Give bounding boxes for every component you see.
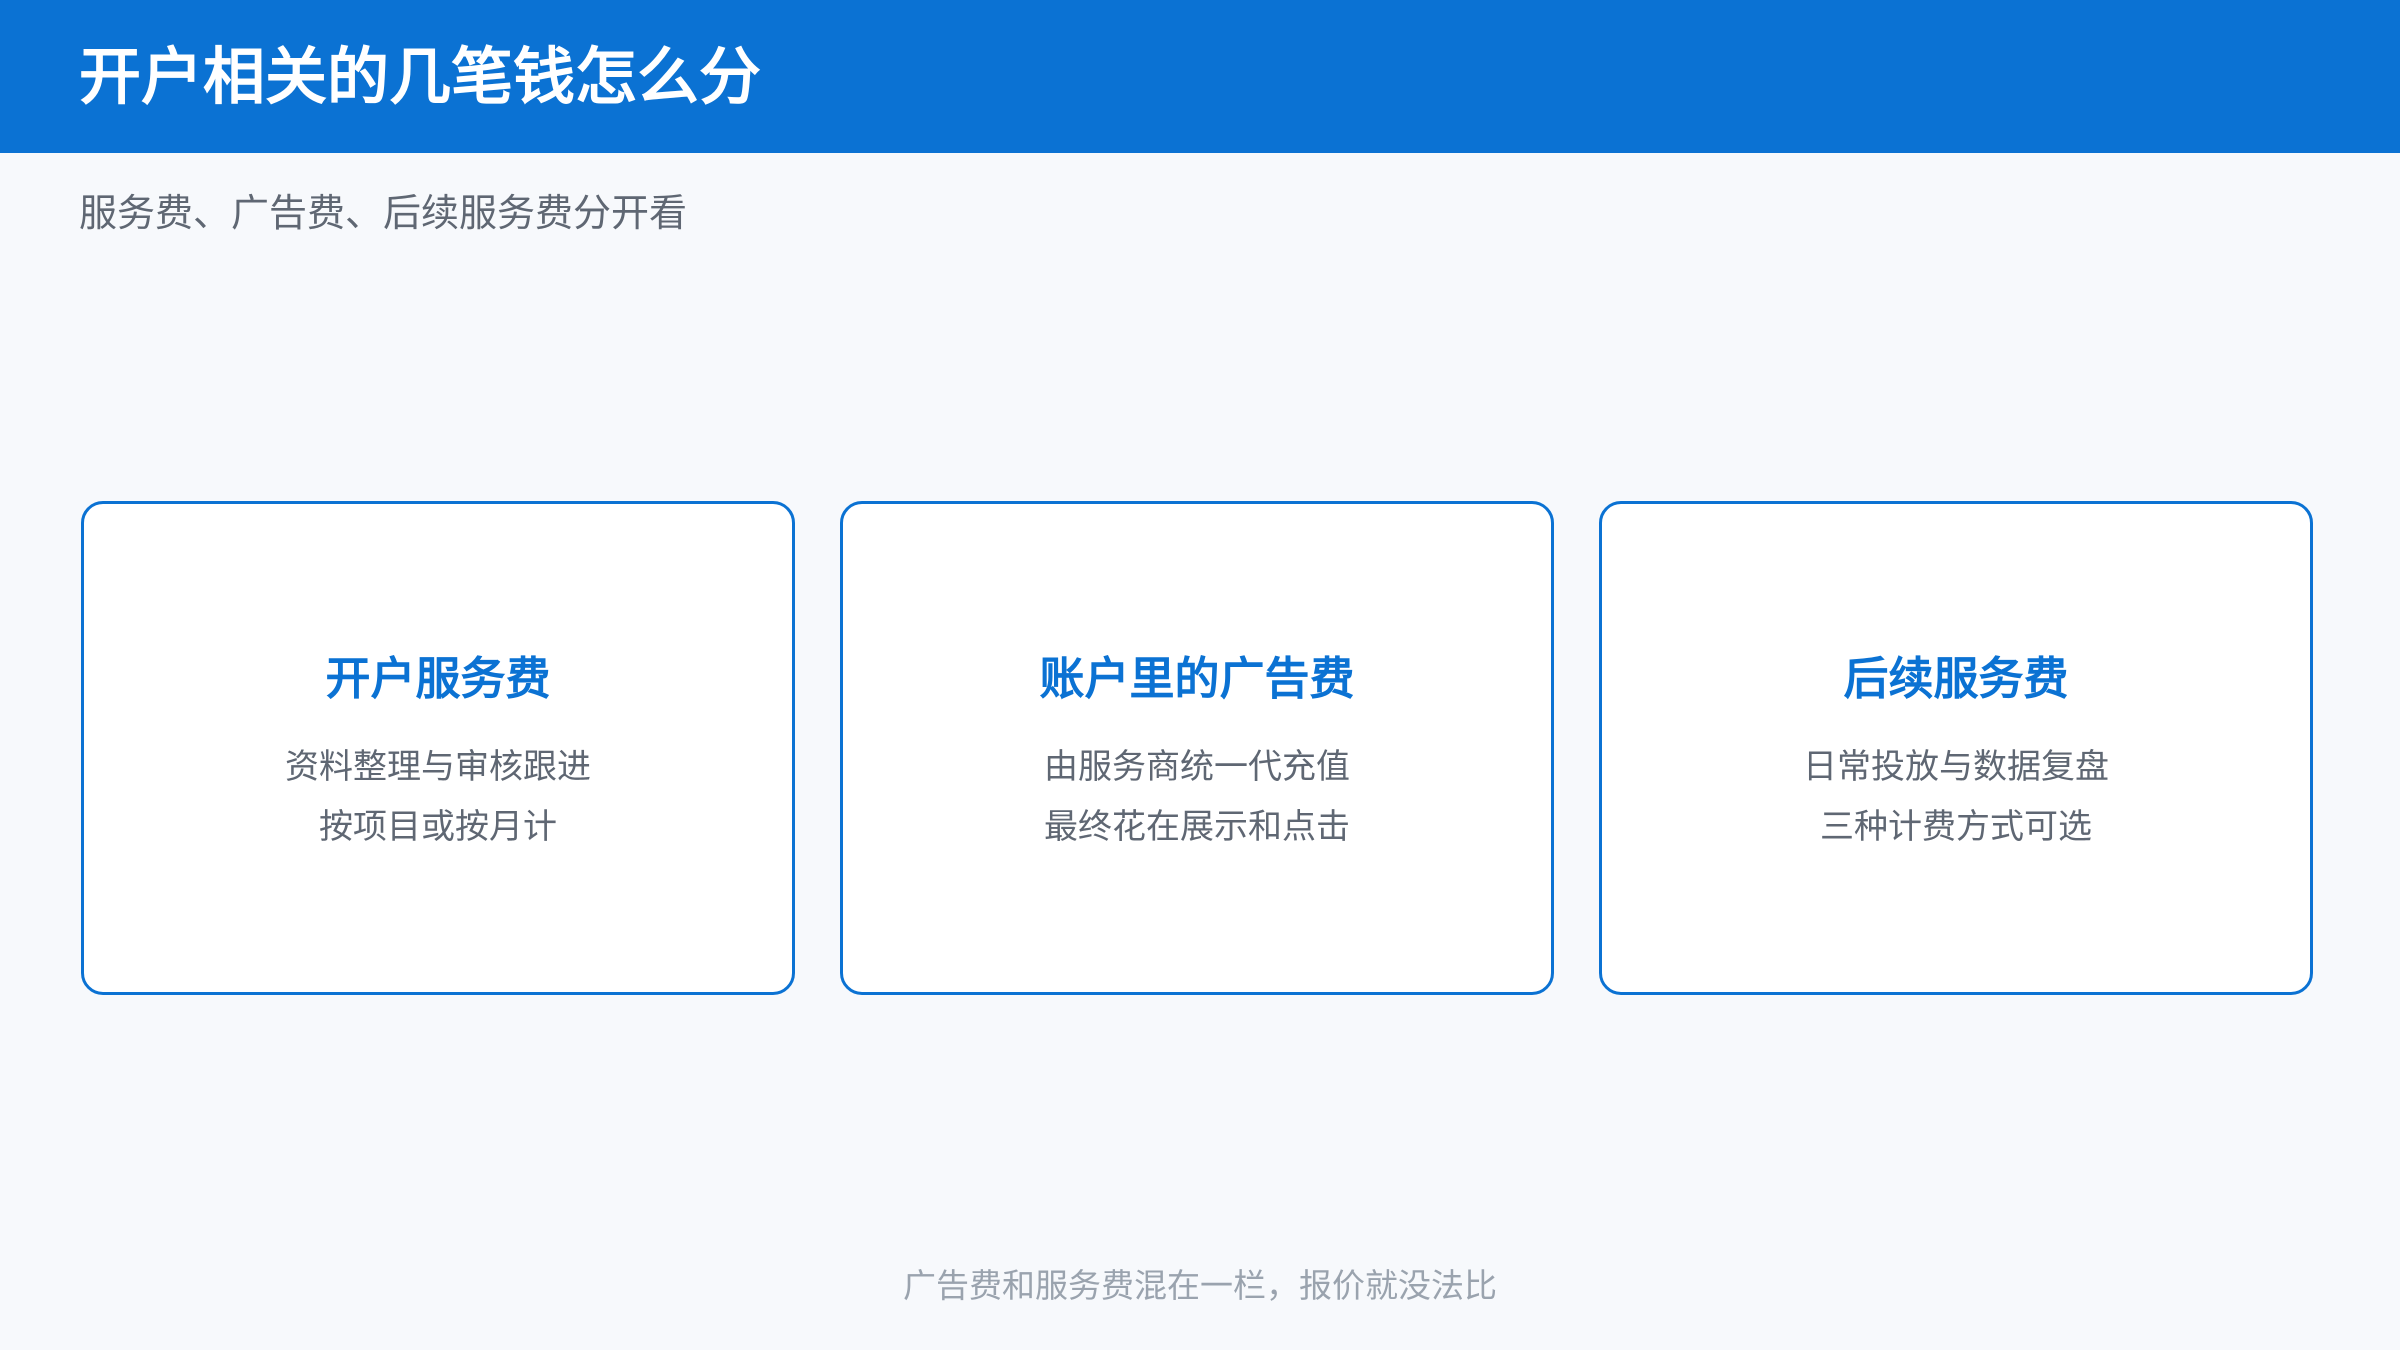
page-subtitle: 服务费、广告费、后续服务费分开看 <box>79 191 688 235</box>
card-description-line: 资料整理与审核跟进 <box>285 747 591 787</box>
page-title: 开户相关的几笔钱怎么分 <box>79 40 762 113</box>
card-description-line: 三种计费方式可选 <box>1820 807 2092 847</box>
card-ad-spend: 账户里的广告费 由服务商统一代充值 最终花在展示和点击 <box>840 501 1554 995</box>
card-ongoing-service-fee: 后续服务费 日常投放与数据复盘 三种计费方式可选 <box>1599 501 2313 995</box>
card-description-line: 按项目或按月计 <box>319 807 557 847</box>
card-description-line: 最终花在展示和点击 <box>1044 807 1350 847</box>
card-description-line: 日常投放与数据复盘 <box>1803 747 2109 787</box>
card-title: 后续服务费 <box>1843 652 2069 705</box>
card-opening-service-fee: 开户服务费 资料整理与审核跟进 按项目或按月计 <box>81 501 795 995</box>
header-bar: 开户相关的几笔钱怎么分 <box>0 0 2400 153</box>
card-title: 账户里的广告费 <box>1039 652 1355 705</box>
card-title: 开户服务费 <box>325 652 551 705</box>
card-description-line: 由服务商统一代充值 <box>1044 747 1350 787</box>
footer-note: 广告费和服务费混在一栏，报价就没法比 <box>903 1266 1497 1305</box>
